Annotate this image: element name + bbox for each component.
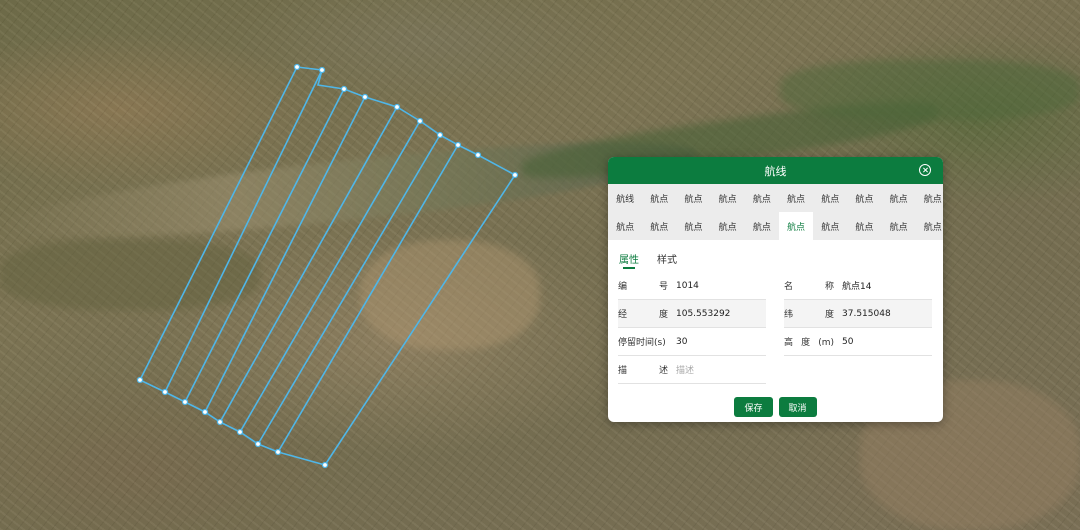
tab-waypoint[interactable]: 航点 bbox=[847, 184, 881, 212]
tab-waypoint[interactable]: 航点 bbox=[711, 184, 745, 212]
stay-time-value[interactable]: 30 bbox=[676, 337, 687, 347]
stay-time-field: 停留时间(s) 30 bbox=[618, 328, 766, 356]
longitude-field: 经度 105.553292 bbox=[618, 300, 766, 328]
waypoint-marker[interactable] bbox=[321, 461, 329, 469]
tab-waypoint[interactable]: 航点 bbox=[779, 184, 813, 212]
waypoint-marker[interactable] bbox=[201, 408, 209, 416]
dialog-title: 航线 bbox=[764, 164, 787, 178]
waypoint-marker[interactable] bbox=[254, 440, 262, 448]
close-icon[interactable] bbox=[919, 164, 931, 176]
altitude-value[interactable]: 50 bbox=[842, 337, 853, 347]
waypoint-dialog: 航线 航线 航点 航点 航点 航点 航点 航点 航点 航点 航点 航点 航点 航… bbox=[608, 157, 943, 422]
waypoint-marker[interactable] bbox=[340, 85, 348, 93]
tab-waypoint[interactable]: 航点 bbox=[608, 212, 642, 240]
name-value[interactable]: 航点14 bbox=[842, 279, 871, 292]
latitude-field: 纬度 37.515048 bbox=[784, 300, 932, 328]
tab-waypoint[interactable]: 航点 bbox=[676, 184, 710, 212]
dialog-actions: 保存 取消 bbox=[608, 387, 943, 417]
latitude-label: 纬度 bbox=[784, 310, 834, 320]
waypoint-marker[interactable] bbox=[274, 448, 282, 456]
stay-time-label: 停留时间(s) bbox=[618, 338, 666, 348]
tab-waypoint[interactable]: 航点 bbox=[711, 212, 745, 240]
waypoint-marker[interactable] bbox=[136, 376, 144, 384]
longitude-label: 经度 bbox=[618, 310, 668, 320]
tab-waypoint[interactable]: 航点 bbox=[882, 184, 916, 212]
cancel-button[interactable]: 取消 bbox=[778, 397, 817, 417]
tab-waypoint-active[interactable]: 航点 bbox=[778, 212, 814, 240]
latitude-value[interactable]: 37.515048 bbox=[842, 309, 891, 319]
tab-waypoint[interactable]: 航点 bbox=[916, 184, 943, 212]
tab-route[interactable]: 航线 bbox=[608, 184, 642, 212]
altitude-label: 高度(m) bbox=[784, 338, 834, 348]
route-path bbox=[139, 66, 516, 466]
name-label: 名称 bbox=[784, 282, 834, 292]
waypoint-marker[interactable] bbox=[436, 131, 444, 139]
waypoint-marker[interactable] bbox=[293, 63, 301, 71]
description-input[interactable]: 描述 bbox=[676, 363, 694, 376]
tab-waypoint[interactable]: 航点 bbox=[745, 184, 779, 212]
waypoint-marker[interactable] bbox=[318, 66, 326, 74]
tab-waypoint[interactable]: 航点 bbox=[882, 212, 916, 240]
waypoint-marker[interactable] bbox=[361, 93, 369, 101]
altitude-field: 高度(m) 50 bbox=[784, 328, 932, 356]
tab-row-1: 航线 航点 航点 航点 航点 航点 航点 航点 航点 航点 bbox=[608, 184, 943, 212]
waypoint-marker[interactable] bbox=[161, 388, 169, 396]
property-tabs: 属性 样式 bbox=[608, 240, 943, 272]
property-form: 编号 1014 名称 航点14 经度 105.553292 纬度 37.5150… bbox=[608, 272, 943, 387]
waypoint-marker[interactable] bbox=[181, 398, 189, 406]
description-label: 描述 bbox=[618, 366, 668, 376]
longitude-value[interactable]: 105.553292 bbox=[676, 309, 730, 319]
tab-row-2: 航点 航点 航点 航点 航点 航点 航点 航点 航点 航点 bbox=[608, 212, 943, 240]
waypoint-marker[interactable] bbox=[393, 103, 401, 111]
waypoint-marker[interactable] bbox=[236, 428, 244, 436]
tab-waypoint[interactable]: 航点 bbox=[813, 212, 847, 240]
save-button[interactable]: 保存 bbox=[734, 397, 773, 417]
tab-waypoint[interactable]: 航点 bbox=[847, 212, 881, 240]
description-field: 描述 描述 bbox=[618, 356, 766, 384]
tab-style[interactable]: 样式 bbox=[657, 251, 677, 269]
tab-waypoint[interactable]: 航点 bbox=[745, 212, 779, 240]
tab-waypoint[interactable]: 航点 bbox=[916, 212, 943, 240]
waypoint-marker[interactable] bbox=[416, 117, 424, 125]
tab-waypoint[interactable]: 航点 bbox=[642, 212, 676, 240]
waypoint-marker[interactable] bbox=[454, 141, 462, 149]
number-value[interactable]: 1014 bbox=[676, 281, 699, 291]
waypoint-tabs: 航线 航点 航点 航点 航点 航点 航点 航点 航点 航点 航点 航点 航点 航… bbox=[608, 184, 943, 240]
tab-waypoint[interactable]: 航点 bbox=[676, 212, 710, 240]
tab-properties[interactable]: 属性 bbox=[619, 251, 639, 269]
name-field: 名称 航点14 bbox=[784, 272, 932, 300]
waypoint-marker[interactable] bbox=[216, 418, 224, 426]
number-label: 编号 bbox=[618, 282, 668, 292]
dialog-header: 航线 bbox=[608, 157, 943, 184]
tab-waypoint[interactable]: 航点 bbox=[642, 184, 676, 212]
number-field: 编号 1014 bbox=[618, 272, 766, 300]
tab-waypoint[interactable]: 航点 bbox=[813, 184, 847, 212]
waypoint-marker[interactable] bbox=[474, 151, 482, 159]
waypoint-marker[interactable] bbox=[511, 171, 519, 179]
